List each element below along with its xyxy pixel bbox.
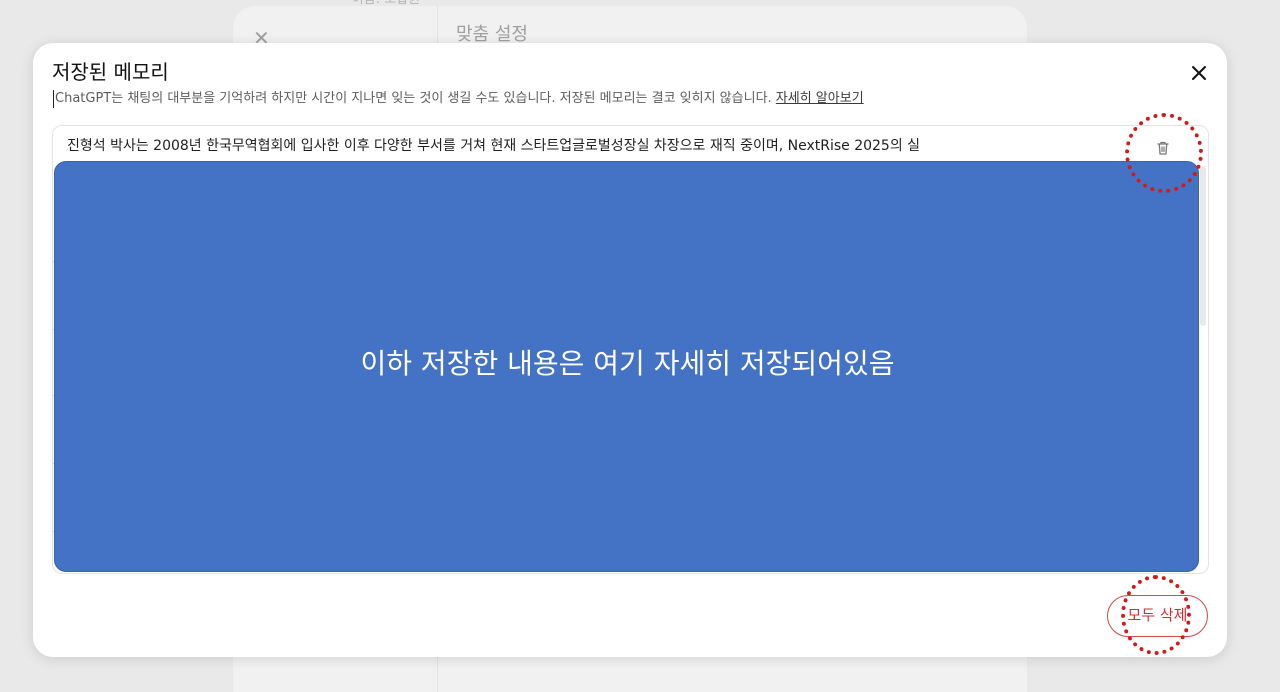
saved-memory-modal: 저장된 메모리 ChatGPT는 채팅의 대부분을 기억하려 하지만 시간이 지… (33, 43, 1227, 657)
delete-all-button[interactable]: 모두 삭제 (1107, 595, 1208, 637)
modal-description: ChatGPT는 채팅의 대부분을 기억하려 하지만 시간이 지나면 잊는 것이… (53, 90, 864, 108)
modal-title: 저장된 메모리 (52, 60, 169, 84)
redaction-text: 이하 저장한 내용은 여기 자세히 저장되어있음 (360, 347, 895, 380)
close-icon[interactable] (1189, 63, 1209, 83)
background-top-text: • 이름: 조합원 (340, 0, 420, 8)
redaction-overlay: 이하 저장한 내용은 여기 자세히 저장되어있음 (54, 161, 1199, 572)
learn-more-link[interactable]: 자세히 알아보기 (776, 91, 864, 106)
memory-item: 진형석 박사는 2008년 한국무역협회에 입사한 이후 다양한 부서를 거쳐 … (53, 126, 1208, 166)
trash-icon[interactable] (1153, 138, 1173, 158)
memory-item-text: 진형석 박사는 2008년 한국무역협회에 입사한 이후 다양한 부서를 거쳐 … (67, 138, 921, 154)
memory-list-scrollbar[interactable] (1200, 166, 1206, 326)
description-text: ChatGPT는 채팅의 대부분을 기억하려 하지만 시간이 지나면 잊는 것이… (55, 91, 772, 106)
